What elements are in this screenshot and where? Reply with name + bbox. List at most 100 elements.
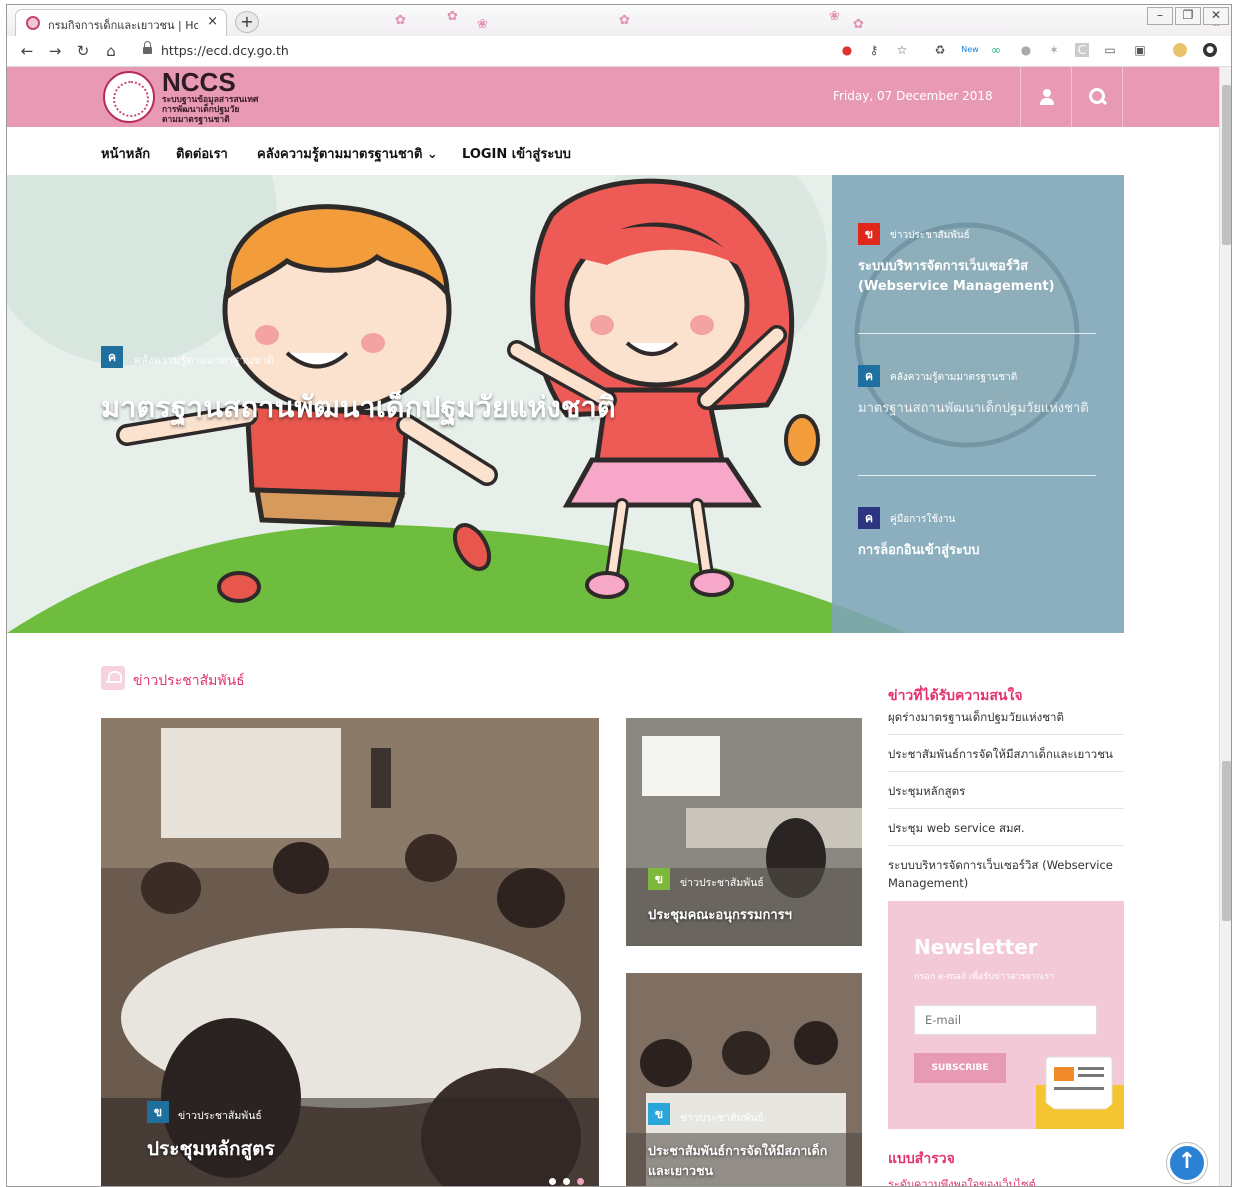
bell-icon xyxy=(101,666,125,690)
card-category: ข่าวประชาสัมพันธ์ xyxy=(178,1110,262,1122)
scrollbar-thumb[interactable] xyxy=(1222,761,1231,921)
divider xyxy=(858,333,1096,334)
tab-title: กรมกิจการเด็กและเยาวชน | Home xyxy=(48,19,198,32)
main-nav: หน้าหลัก ติดต่อเรา คลังความรู้ตามมาตรฐาน… xyxy=(7,127,1219,175)
nav-login[interactable]: LOGIN เข้าสู่ระบบ xyxy=(462,143,571,164)
search-icon xyxy=(1089,88,1107,106)
side-category: คู่มือการใช้งาน xyxy=(890,514,956,525)
minimize-button[interactable]: – xyxy=(1147,7,1173,25)
hero-badge: ค xyxy=(101,346,123,368)
home-icon[interactable]: ⌂ xyxy=(101,42,121,60)
side-title: มาตรฐานสถานพัฒนาเด็กปฐมวัยแห่งชาติ xyxy=(858,401,1089,416)
address-bar[interactable]: https://ecd.dcy.go.th xyxy=(129,40,829,62)
slider-dot[interactable] xyxy=(563,1178,570,1185)
logo-subtitle-line: การพัฒนาเด็กปฐมวัย xyxy=(162,105,240,115)
side-badge: ค xyxy=(858,365,880,387)
logo-name: NCCS xyxy=(162,67,236,97)
header-date: Friday, 07 December 2018 xyxy=(833,89,993,103)
blossom-decoration: ✿ xyxy=(395,13,406,28)
recycle-icon[interactable]: ♻ xyxy=(933,43,947,57)
new-tab-button[interactable]: + xyxy=(235,11,259,33)
hero-title[interactable]: มาตรฐานสถานพัฒนาเด็กปฐมวัยแห่งชาติ xyxy=(101,389,621,425)
newsletter-subtitle: กรอก e-mail เพื่อรับข่าวสารจากเรา xyxy=(914,972,1055,982)
browser-window: ✿ ✿ ✿ ❀ ✿ ❀ ✿ ✿ กรมกิจการเด็กและเยาวชน |… xyxy=(6,4,1232,1187)
popular-news-item[interactable]: ระบบบริหารจัดการเว็บเซอร์วิส (Webservice… xyxy=(888,856,1124,900)
extension-icon[interactable]: ● xyxy=(1019,43,1033,57)
subscribe-button[interactable]: SUBSCRIBE xyxy=(914,1053,1006,1083)
menu-icon[interactable]: ● xyxy=(1203,43,1217,57)
side-badge: ค xyxy=(858,507,880,529)
favicon-icon xyxy=(26,16,40,30)
extension-icon[interactable]: C xyxy=(1075,43,1089,57)
card-badge: ข xyxy=(648,868,670,890)
logo-subtitle-line: ระบบฐานข้อมูลสารสนเทศ xyxy=(162,95,259,105)
scrollbar[interactable] xyxy=(1219,67,1231,1186)
news-card-main[interactable]: ข ข่าวประชาสัมพันธ์ ประชุมหลักสูตร xyxy=(101,718,599,1186)
tab-strip: ✿ ✿ ✿ ❀ ✿ ❀ ✿ ✿ กรมกิจการเด็กและเยาวชน |… xyxy=(7,5,1231,36)
extension-icon[interactable]: ∞ xyxy=(989,43,1003,57)
nav-knowledge-label: คลังความรู้ตามมาตรฐานชาติ xyxy=(257,147,423,162)
scrollbar-thumb[interactable] xyxy=(1222,85,1231,245)
email-field[interactable] xyxy=(914,1005,1097,1035)
close-icon[interactable]: × xyxy=(207,14,218,29)
site-logo[interactable]: NCCS ระบบฐานข้อมูลสารสนเทศ การพัฒนาเด็กป… xyxy=(162,69,258,125)
browser-toolbar: ← → ↻ ⌂ https://ecd.dcy.go.th ● ⚷ ☆ ♻ Ne… xyxy=(7,36,1231,67)
popular-news-item[interactable]: ผุดร่างมาตรฐานเด็กปฐมวัยแห่งชาติ xyxy=(888,708,1124,735)
profile-avatar[interactable] xyxy=(1173,43,1187,57)
lock-icon xyxy=(143,41,152,56)
card-title: ประชุมคณะอนุกรรมการฯ xyxy=(648,908,792,923)
nav-contact[interactable]: ติดต่อเรา xyxy=(176,143,228,164)
popular-news-item[interactable]: ประชุม web service สมศ. xyxy=(888,819,1124,846)
site-info-icon[interactable]: ● xyxy=(840,43,854,57)
card-category: ข่าวประชาสัมพันธ์ xyxy=(680,877,764,889)
reload-icon[interactable]: ↻ xyxy=(73,42,93,60)
newsletter-title: Newsletter xyxy=(914,935,1038,959)
logo-subtitle-line: ตามมาตรฐานชาติ xyxy=(162,115,230,125)
hero-category[interactable]: คลังความรู้ตามมาตรฐานชาติ xyxy=(134,351,274,369)
popular-news-item[interactable]: ประชุมหลักสูตร xyxy=(888,782,1124,809)
close-window-button[interactable]: ✕ xyxy=(1203,7,1229,25)
blossom-decoration: ✿ xyxy=(619,13,630,28)
news-card[interactable]: ข ข่าวประชาสัมพันธ์ ประชาสัมพันธ์การจัดใ… xyxy=(626,973,862,1186)
hero-side-list: ข ข่าวประชาสัมพันธ์ ระบบบริหารจัดการเว็บ… xyxy=(832,175,1124,633)
slider-dot[interactable] xyxy=(577,1178,584,1185)
envelope-icon xyxy=(1036,1056,1124,1129)
slider-dot[interactable] xyxy=(549,1178,556,1185)
forward-icon[interactable]: → xyxy=(45,42,65,60)
browser-tab[interactable]: กรมกิจการเด็กและเยาวชน | Home × xyxy=(15,9,227,36)
extension-icon[interactable]: ▭ xyxy=(1103,43,1117,57)
extension-icon[interactable]: ▣ xyxy=(1133,43,1147,57)
survey-title: แบบสำรวจ xyxy=(888,1151,955,1167)
url-text: https://ecd.dcy.go.th xyxy=(161,43,289,58)
side-title: การล็อกอินเข้าสู่ระบบ xyxy=(858,543,980,558)
blossom-decoration: ✿ xyxy=(853,17,864,32)
card-title: ประชาสัมพันธ์การจัดให้มีสภาเด็กและเยาวชน xyxy=(648,1143,828,1178)
divider xyxy=(858,475,1096,476)
site-header: NCCS ระบบฐานข้อมูลสารสนเทศ การพัฒนาเด็กป… xyxy=(7,67,1219,127)
card-title: ประชุมหลักสูตร xyxy=(147,1138,275,1160)
key-icon[interactable]: ⚷ xyxy=(867,43,881,57)
search-button[interactable] xyxy=(1071,67,1123,127)
newsletter-box: Newsletter กรอก e-mail เพื่อรับข่าวสารจา… xyxy=(888,901,1124,1129)
card-badge: ข xyxy=(648,1103,670,1125)
user-icon xyxy=(1039,89,1055,105)
survey-link[interactable]: ระดับความพึงพอใจของเว็บไซต์ xyxy=(888,1175,1036,1186)
new-extension-icon[interactable]: New xyxy=(959,43,981,57)
star-icon[interactable]: ☆ xyxy=(895,43,909,57)
restore-button[interactable]: ❐ xyxy=(1175,7,1201,25)
user-button[interactable] xyxy=(1020,67,1072,127)
popular-news-item[interactable]: ประชาสัมพันธ์การจัดให้มีสภาเด็กและเยาวชน xyxy=(888,745,1124,772)
side-badge: ข xyxy=(858,223,880,245)
news-section-title: ข่าวประชาสัมพันธ์ xyxy=(133,673,245,689)
nav-home[interactable]: หน้าหลัก xyxy=(101,143,150,164)
extension-icon[interactable]: ✶ xyxy=(1047,43,1061,57)
chevron-down-icon: ⌄ xyxy=(426,147,438,162)
back-icon[interactable]: ← xyxy=(17,42,37,60)
nav-knowledge[interactable]: คลังความรู้ตามมาตรฐานชาติ ⌄ xyxy=(257,143,438,164)
news-card[interactable]: ข ข่าวประชาสัมพันธ์ ประชุมคณะอนุกรรมการฯ xyxy=(626,718,862,946)
side-category: คลังความรู้ตามมาตรฐานชาติ xyxy=(890,372,1018,383)
blossom-decoration: ❀ xyxy=(477,17,488,32)
logo-seal[interactable] xyxy=(103,71,155,123)
hero-slider[interactable]: ค คลังความรู้ตามมาตรฐานชาติ มาตรฐานสถานพ… xyxy=(7,175,1124,633)
arrow-up-icon[interactable]: ↑ xyxy=(1167,1143,1207,1183)
